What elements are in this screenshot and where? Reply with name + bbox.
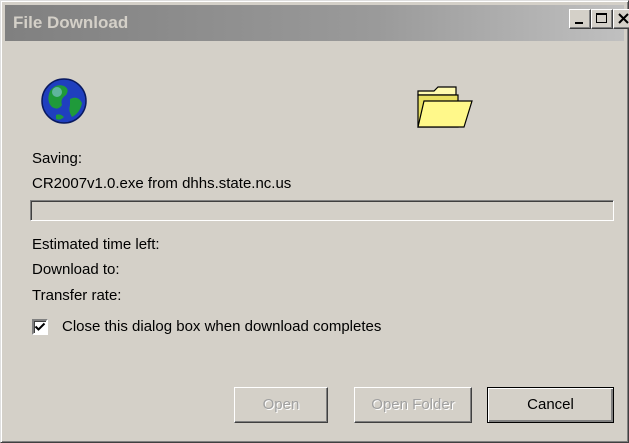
- maximize-icon: [596, 13, 607, 23]
- file-download-dialog: File Download Saving: CR2007v1.0.exe fro…: [0, 0, 629, 443]
- window-title: File Download: [13, 13, 129, 32]
- maximize-button[interactable]: [591, 9, 613, 29]
- minimize-button[interactable]: [569, 9, 591, 29]
- close-when-done-label[interactable]: Close this dialog box when download comp…: [62, 318, 381, 335]
- estimated-time-label: Estimated time left:: [32, 236, 160, 253]
- checkmark-icon: [34, 322, 46, 331]
- saving-label: Saving:: [32, 150, 83, 167]
- close-icon: [618, 13, 629, 24]
- minimize-icon: [575, 22, 583, 24]
- download-progress-bar: [30, 200, 614, 221]
- globe-icon: [41, 78, 87, 124]
- file-name-text: CR2007v1.0.exe from dhhs.state.nc.us: [32, 175, 292, 192]
- transfer-rate-label: Transfer rate:: [32, 287, 122, 304]
- download-to-label: Download to:: [32, 261, 120, 278]
- cancel-button[interactable]: Cancel: [487, 387, 614, 423]
- close-when-done-checkbox[interactable]: [32, 319, 48, 335]
- title-bar[interactable]: File Download: [5, 5, 624, 41]
- folder-icon: [417, 86, 473, 128]
- open-folder-button[interactable]: Open Folder: [354, 387, 472, 423]
- open-button[interactable]: Open: [234, 387, 328, 423]
- close-button[interactable]: [613, 9, 629, 29]
